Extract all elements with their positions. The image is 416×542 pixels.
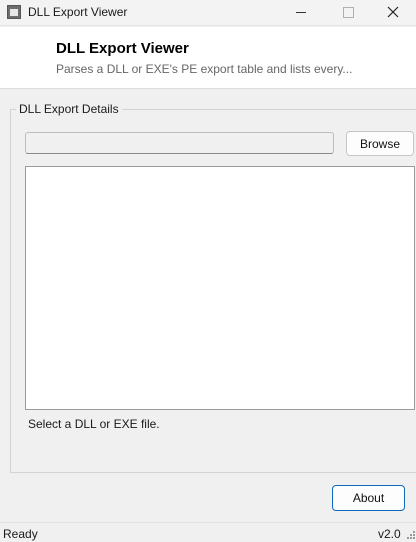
header-panel: DLL Export Viewer Parses a DLL or EXE's … bbox=[0, 27, 416, 89]
hint-label: Select a DLL or EXE file. bbox=[28, 417, 160, 431]
close-icon bbox=[387, 6, 399, 18]
about-button[interactable]: About bbox=[332, 485, 405, 511]
status-bar: Ready v2.0 bbox=[0, 522, 416, 542]
status-text: Ready bbox=[3, 527, 38, 541]
app-window-icon bbox=[7, 5, 21, 19]
minimize-button[interactable] bbox=[278, 0, 324, 26]
browse-button[interactable]: Browse bbox=[346, 131, 414, 156]
resize-grip-icon[interactable] bbox=[406, 531, 416, 541]
main-window: DLL Export Viewer DLL Export Viewer Pars… bbox=[0, 0, 416, 542]
header-title: DLL Export Viewer bbox=[56, 40, 189, 57]
file-path-field[interactable] bbox=[25, 132, 334, 154]
export-output-area[interactable] bbox=[25, 166, 415, 410]
title-bar[interactable]: DLL Export Viewer bbox=[0, 0, 416, 26]
header-subtitle: Parses a DLL or EXE's PE export table an… bbox=[56, 62, 353, 76]
groupbox-label: DLL Export Details bbox=[16, 102, 122, 116]
maximize-button bbox=[324, 0, 370, 26]
close-button[interactable] bbox=[370, 0, 416, 26]
version-label: v2.0 bbox=[378, 527, 401, 541]
window-title: DLL Export Viewer bbox=[28, 5, 128, 19]
